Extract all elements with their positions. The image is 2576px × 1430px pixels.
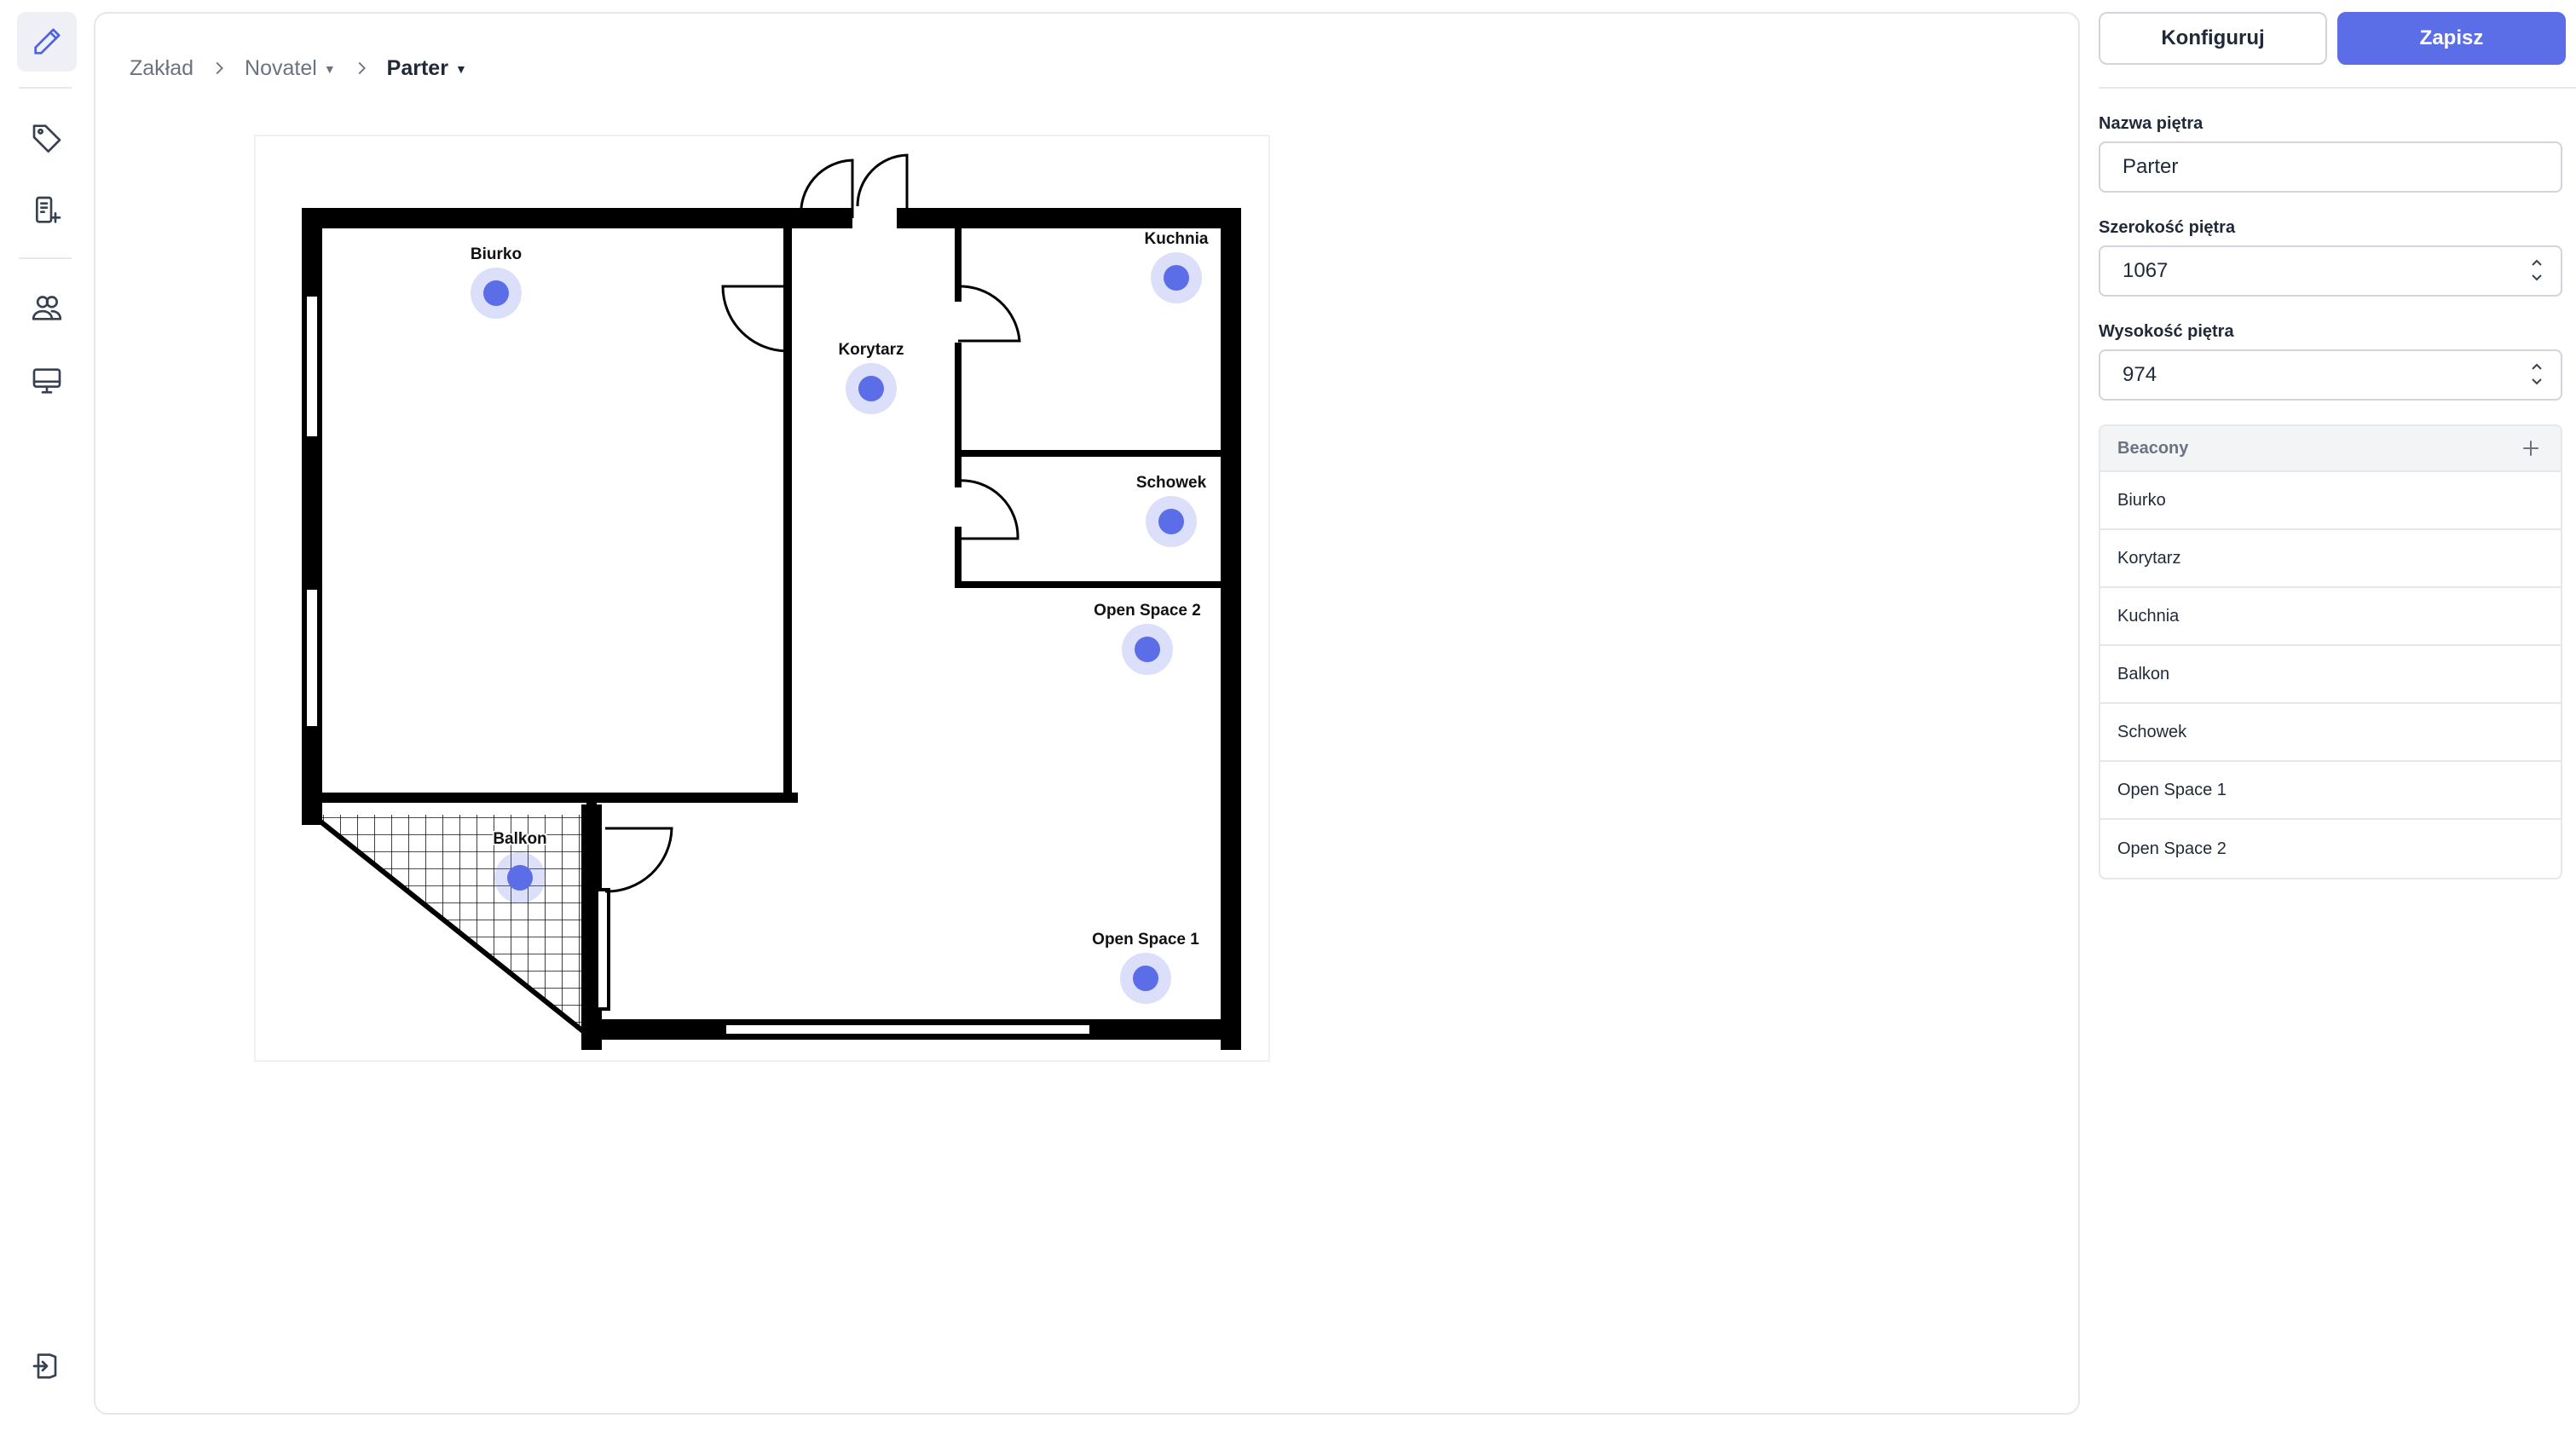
beacon-label-biurko: Biurko [470, 245, 523, 263]
floor-width-input[interactable] [2099, 245, 2562, 297]
floor-height-stepper[interactable] [2530, 361, 2544, 387]
panel-divider [2099, 87, 2576, 89]
beacon-list-item[interactable]: Balkon [2100, 646, 2561, 704]
breadcrumb-building-dropdown[interactable]: Novatel ▼ [245, 56, 336, 81]
floor-width-label: Szerokość piętra [2099, 218, 2236, 237]
floor-width-field [2099, 245, 2562, 297]
save-button[interactable]: Zapisz [2337, 12, 2566, 65]
rail-divider [19, 87, 72, 89]
beacon-label-open-space-1: Open Space 1 [1092, 931, 1199, 949]
floor-plan-drawing [302, 153, 1241, 1050]
beacon-marker-open-space-1[interactable] [1120, 953, 1171, 1004]
configure-button[interactable]: Konfiguruj [2099, 12, 2327, 65]
beacon-list-item[interactable]: Kuchnia [2100, 588, 2561, 646]
beacon-list-item[interactable]: Open Space 2 [2100, 820, 2561, 878]
beacon-label-korytarz: Korytarz [838, 341, 904, 359]
floor-height-field [2099, 349, 2562, 401]
add-device-button[interactable] [17, 181, 77, 240]
tag-icon [32, 124, 61, 153]
floor-name-input[interactable] [2099, 141, 2562, 193]
beacon-label-balkon: Balkon [493, 830, 547, 848]
beacon-marker-balkon[interactable] [494, 852, 546, 903]
tags-button[interactable] [17, 107, 77, 167]
devices-button[interactable] [17, 351, 77, 411]
chevron-down-icon [2532, 274, 2542, 281]
beacon-list-item[interactable]: Schowek [2100, 704, 2561, 762]
caret-down-icon: ▼ [454, 62, 467, 76]
floor-height-input[interactable] [2099, 349, 2562, 401]
beacon-list: Beacony Biurko Korytarz Kuchnia Balkon S… [2099, 424, 2562, 879]
beacon-marker-kuchnia[interactable] [1151, 252, 1202, 303]
beacon-label-schowek: Schowek [1135, 474, 1207, 492]
floor-settings-panel: Konfiguruj Zapisz Nazwa piętra Szerokość… [2097, 0, 2576, 1430]
beacon-marker-open-space-2[interactable] [1122, 624, 1173, 675]
floor-plan[interactable]: Biurko Korytarz Kuchnia Schowek Open Spa… [254, 135, 1270, 1062]
add-device-icon [36, 196, 61, 223]
logout-button[interactable] [17, 1336, 77, 1396]
breadcrumb: Zakład Novatel ▼ Parter ▼ [130, 51, 467, 85]
chevron-up-icon [2532, 363, 2542, 370]
edit-floor-button[interactable] [17, 12, 77, 72]
beacon-marker-korytarz[interactable] [846, 363, 897, 414]
chevron-down-icon [2532, 378, 2542, 385]
floor-width-stepper[interactable] [2530, 257, 2544, 283]
beacon-marker-schowek[interactable] [1146, 496, 1197, 547]
beacon-list-item[interactable]: Korytarz [2100, 530, 2561, 588]
beacon-list-item[interactable]: Biurko [2100, 472, 2561, 530]
chevron-right-icon [344, 51, 378, 85]
monitor-icon [32, 368, 61, 394]
caret-down-icon: ▼ [323, 62, 336, 76]
beacon-label-open-space-2: Open Space 2 [1094, 602, 1201, 620]
chevron-up-icon [2532, 259, 2542, 266]
edit-pencil-icon [34, 28, 61, 55]
beacon-list-header: Beacony [2100, 426, 2561, 472]
beacon-label-kuchnia: Kuchnia [1144, 230, 1209, 248]
floor-editor: Zakład Novatel ▼ Parter ▼ Biurko Korytar… [94, 12, 2080, 1415]
rail-divider [19, 257, 72, 259]
add-beacon-button[interactable] [2518, 435, 2544, 461]
icon-rail [0, 0, 94, 1430]
breadcrumb-root[interactable]: Zakład [130, 56, 193, 81]
plus-icon [2523, 441, 2538, 456]
breadcrumb-floor-dropdown[interactable]: Parter ▼ [387, 56, 467, 81]
users-button[interactable] [17, 278, 77, 337]
floor-name-label: Nazwa piętra [2099, 114, 2203, 133]
users-icon [32, 296, 62, 320]
beacon-marker-biurko[interactable] [471, 268, 522, 319]
beacon-list-item[interactable]: Open Space 1 [2100, 762, 2561, 820]
beacon-list-title: Beacony [2117, 438, 2189, 458]
floor-height-label: Wysokość piętra [2099, 322, 2234, 341]
logout-icon [32, 1353, 57, 1379]
chevron-right-icon [202, 51, 236, 85]
